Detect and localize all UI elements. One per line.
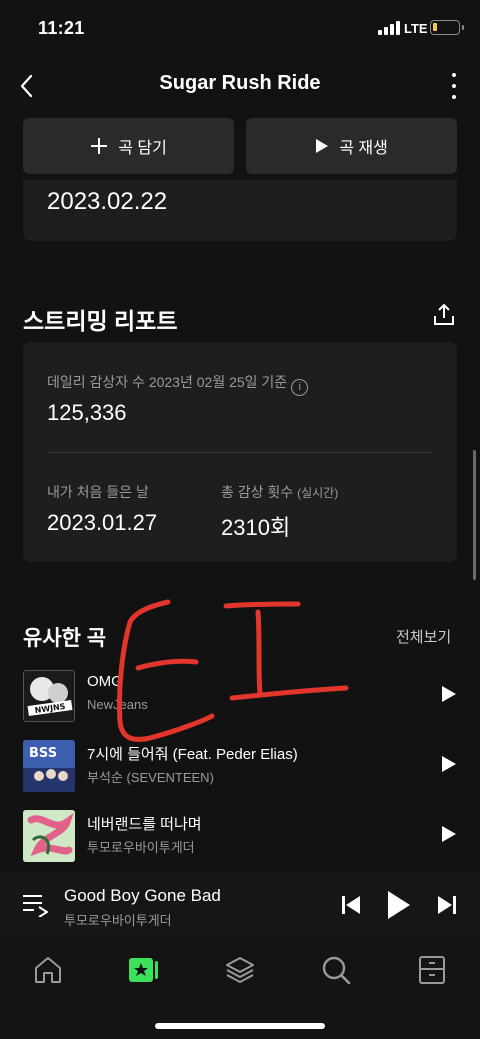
song-title: OMG [87, 673, 123, 690]
svg-text:NWJNS: NWJNS [34, 702, 66, 715]
song-row[interactable]: BSS 7시에 들어줘 (Feat. Peder Elias) 부석순 (SEV… [0, 735, 480, 795]
album-art: NWJNS [23, 670, 75, 722]
song-row[interactable]: NWJNS OMG NewJeans [0, 665, 480, 725]
release-card: 2023.02.22 [23, 180, 457, 241]
layers-icon[interactable] [224, 954, 256, 986]
song-row[interactable]: 네버랜드를 떠나며 투모로우바이투게더 [0, 805, 480, 865]
svg-text:BSS: BSS [29, 746, 57, 761]
now-playing-artist: 투모로우바이투게더 [64, 913, 172, 928]
chevron-left-icon [20, 74, 33, 98]
chart-icon[interactable] [128, 954, 160, 986]
song-artist: 부석순 (SEVENTEEN) [87, 770, 214, 785]
add-song-label: 곡 담기 [118, 140, 167, 157]
report-card: 데일리 감상자 수 2023년 02월 25일 기준 i 125,336 내가 처… [23, 342, 457, 562]
queue-icon[interactable] [22, 893, 48, 917]
now-playing-title: Good Boy Gone Bad [64, 886, 221, 905]
play-icon[interactable] [441, 755, 457, 773]
scrollbar[interactable] [473, 450, 476, 580]
song-title: 7시에 들어줘 (Feat. Peder Elias) [87, 746, 298, 763]
report-divider [47, 452, 433, 453]
report-title: 스트리밍 리포트 [23, 308, 178, 334]
plus-icon [91, 138, 108, 154]
signal-icon [378, 21, 400, 35]
see-all-link[interactable]: 전체보기 [396, 626, 451, 647]
page-title: Sugar Rush Ride [159, 72, 321, 94]
more-options-button[interactable] [444, 71, 464, 101]
back-button[interactable] [16, 72, 40, 100]
search-icon[interactable] [320, 954, 352, 986]
info-icon[interactable]: i [291, 379, 309, 396]
add-song-button[interactable]: 곡 담기 [23, 118, 234, 174]
song-artist: 투모로우바이투게더 [87, 840, 195, 855]
home-indicator [155, 1023, 325, 1029]
release-date: 2023.02.22 [47, 188, 168, 215]
total-plays-value: 2310회 [221, 515, 291, 540]
play-song-label: 곡 재생 [339, 140, 388, 157]
share-icon [434, 304, 454, 325]
library-icon[interactable] [416, 954, 448, 986]
song-title: 네버랜드를 떠나며 [87, 816, 202, 833]
battery-icon [430, 20, 464, 35]
home-icon[interactable] [32, 954, 64, 986]
song-artist: NewJeans [87, 697, 148, 712]
play-icon[interactable] [441, 685, 457, 703]
next-track-icon[interactable] [436, 894, 458, 916]
status-time: 11:21 [38, 18, 85, 38]
play-icon [316, 139, 329, 153]
total-plays-label: 총 감상 횟수 (실시간) [221, 484, 339, 500]
album-art: BSS [23, 740, 75, 792]
play-song-button[interactable]: 곡 재생 [246, 118, 457, 174]
first-listen-label: 내가 처음 들은 날 [47, 484, 149, 500]
first-listen-value: 2023.01.27 [47, 510, 158, 535]
play-icon[interactable] [441, 825, 457, 843]
daily-listeners-label: 데일리 감상자 수 2023년 02월 25일 기준 i [47, 372, 309, 396]
daily-listeners-value: 125,336 [47, 400, 127, 425]
similar-songs-title: 유사한 곡 [23, 627, 107, 650]
network-label: LTE [404, 21, 428, 36]
share-button[interactable] [431, 302, 457, 328]
album-art [23, 810, 75, 862]
previous-track-icon[interactable] [340, 894, 362, 916]
play-icon[interactable] [386, 889, 412, 921]
